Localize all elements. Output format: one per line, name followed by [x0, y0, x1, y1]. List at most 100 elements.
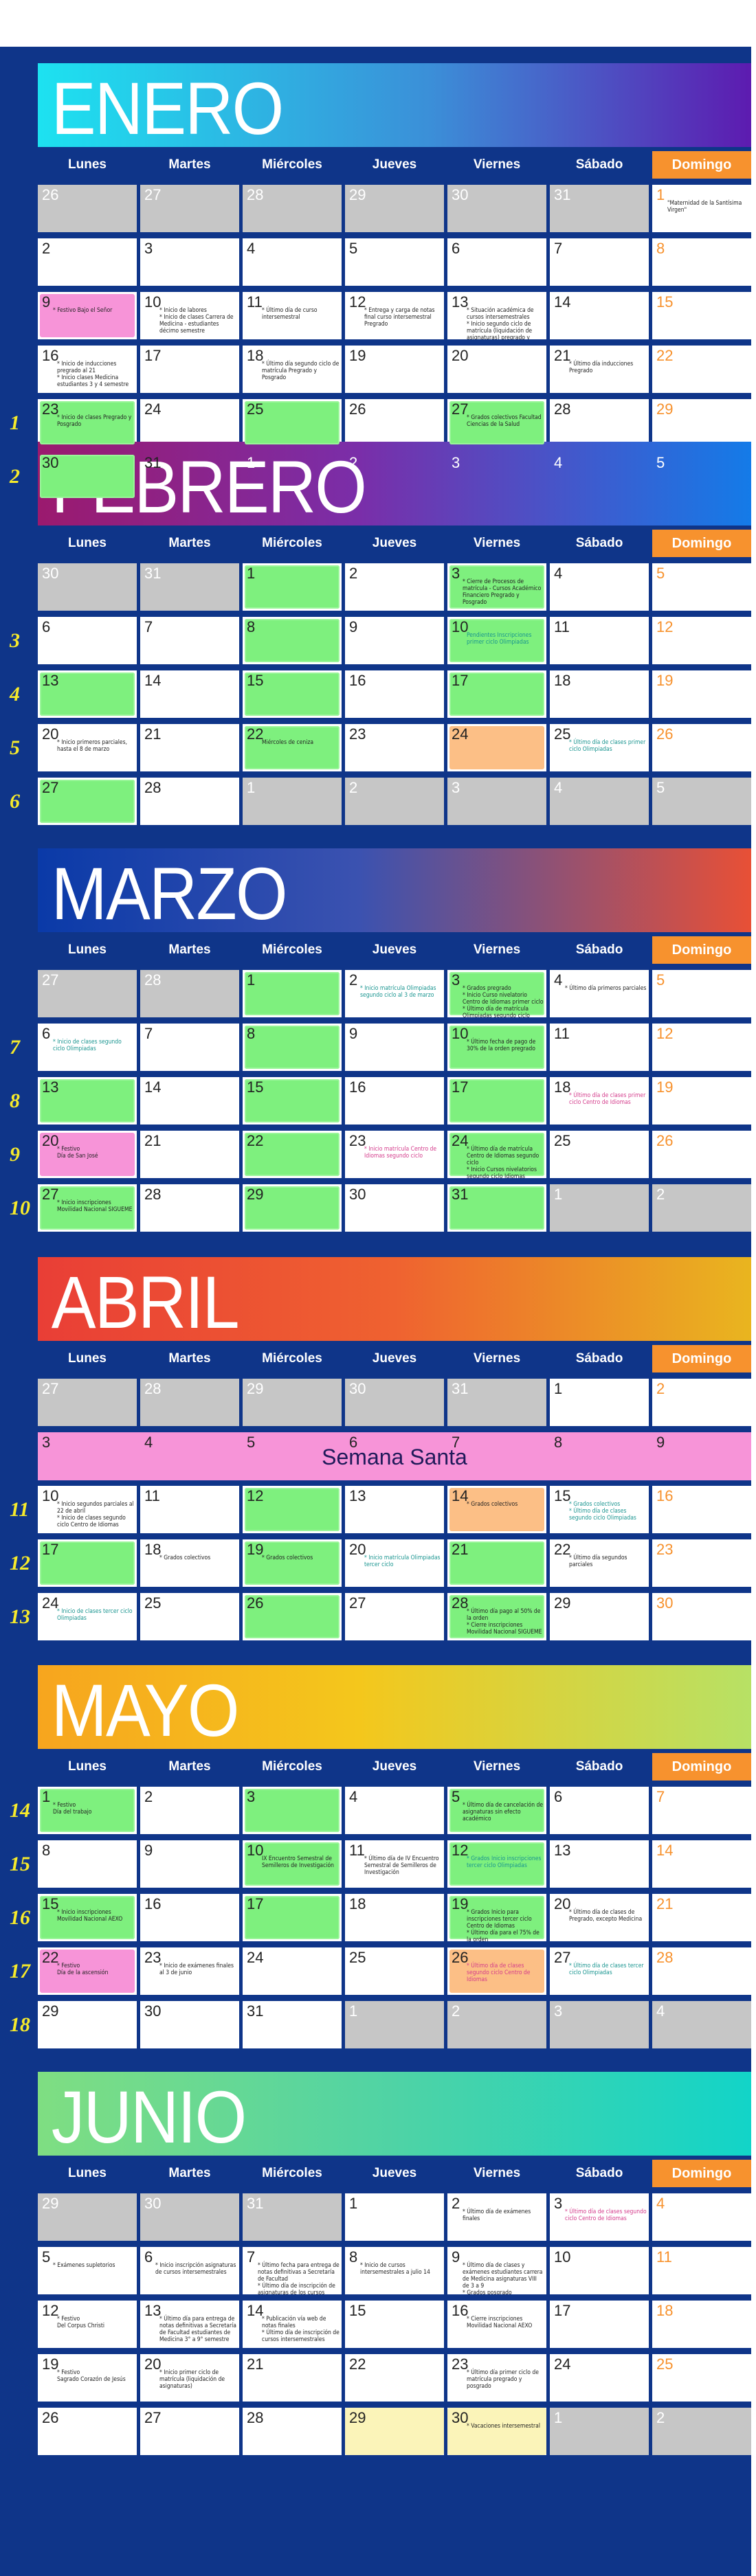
day-cell[interactable]: 4 — [550, 778, 649, 825]
day-cell[interactable]: 11 — [652, 2247, 751, 2294]
day-cell[interactable]: 28 — [140, 778, 239, 825]
day-cell[interactable]: 20 * Inicio primeros parciales, hasta el … — [38, 724, 137, 771]
day-cell[interactable]: 2 — [447, 2001, 546, 2048]
day-cell[interactable]: 5 — [652, 563, 751, 611]
day-cell[interactable]: 22 — [345, 2354, 444, 2402]
day-cell[interactable]: 31 — [550, 185, 649, 232]
day-cell[interactable]: 8 — [243, 617, 342, 664]
day-cell[interactable]: 27 — [345, 1593, 444, 1640]
day-cell[interactable]: 29 — [345, 185, 444, 232]
day-cell[interactable]: 26 — [652, 1131, 751, 1178]
day-cell[interactable]: 24 * Último día de matrícula Centro de Id… — [447, 1131, 546, 1178]
day-cell[interactable]: 14 — [140, 670, 239, 718]
day-cell[interactable]: 1 — [345, 2001, 444, 2048]
day-cell[interactable]: 16 * Inicio de inducciones pregrado al 21… — [38, 346, 137, 393]
day-cell[interactable]: 7 * Último fecha para entrega de notas de… — [243, 2247, 342, 2294]
day-cell[interactable]: 5 — [345, 238, 444, 286]
day-cell[interactable]: 30 — [38, 453, 137, 500]
day-cell[interactable]: 25 — [345, 1947, 444, 1995]
day-cell[interactable]: 20 — [447, 346, 546, 393]
day-cell[interactable]: 27 — [38, 970, 137, 1017]
day-cell[interactable]: 18 — [652, 2301, 751, 2348]
day-cell[interactable]: 18 * Último día de clases primer ciclo Ce… — [550, 1077, 649, 1125]
day-cell[interactable]: 30 — [447, 185, 546, 232]
day-cell[interactable]: 2 * Inicio matrícula Olimpiadas segundo c… — [345, 970, 444, 1017]
day-cell[interactable]: 28 * Último día pago al 50% de la orden *… — [447, 1593, 546, 1640]
day-cell[interactable]: 8 * Inicio de cursos intersemestrales a j… — [345, 2247, 444, 2294]
day-cell[interactable]: 26 — [345, 399, 444, 447]
day-cell[interactable]: 25 — [140, 1593, 239, 1640]
day-cell[interactable]: 30 — [652, 1593, 751, 1640]
day-cell[interactable]: 19 — [345, 346, 444, 393]
day-cell[interactable]: 1 — [243, 970, 342, 1017]
day-cell[interactable]: 15 — [243, 670, 342, 718]
day-cell[interactable]: 14 — [550, 292, 649, 339]
day-cell[interactable]: 22 * Último día segundos parciales — [550, 1539, 649, 1587]
day-cell[interactable]: 2 * Último día de exámenes finales — [447, 2193, 546, 2241]
day-cell[interactable]: 31 — [447, 1184, 546, 1232]
day-cell[interactable]: 25 — [243, 399, 342, 447]
day-cell[interactable]: 21 — [243, 2354, 342, 2402]
day-cell[interactable]: 31 — [447, 1379, 546, 1426]
day-cell[interactable]: 18 * Último día segundo ciclo de matrícul… — [243, 346, 342, 393]
day-cell[interactable]: 30 — [140, 2001, 239, 2048]
day-cell[interactable]: 22 — [652, 346, 751, 393]
day-cell[interactable]: 24 — [447, 724, 546, 771]
day-cell[interactable]: 27 * Inicio inscripciones Movilidad Nacio… — [38, 1184, 137, 1232]
day-cell[interactable]: 13 — [345, 1486, 444, 1533]
day-cell[interactable]: 19 * Grados Inicio para inscripciones ter… — [447, 1894, 546, 1941]
day-cell[interactable]: 27 * Último día de clases tercer ciclo Ol… — [550, 1947, 649, 1995]
day-cell[interactable]: 13 * Último día para entrega de notas def… — [140, 2301, 239, 2348]
day-cell[interactable]: 20 * Festivo Día de San José — [38, 1131, 137, 1178]
day-cell[interactable]: 12 — [243, 1486, 342, 1533]
day-cell[interactable]: 12 — [652, 1024, 751, 1071]
day-cell[interactable]: 26 — [652, 724, 751, 771]
day-cell[interactable]: 9 — [345, 617, 444, 664]
day-cell[interactable]: 12 — [652, 617, 751, 664]
day-cell[interactable]: 29 — [38, 2001, 137, 2048]
day-cell[interactable]: 28 — [140, 1184, 239, 1232]
day-cell[interactable]: 29 — [652, 399, 751, 447]
day-cell[interactable]: 6 — [550, 1787, 649, 1834]
day-cell[interactable]: 16 — [345, 670, 444, 718]
day-cell[interactable]: 17 — [550, 2301, 649, 2348]
day-cell[interactable]: 15 — [652, 292, 751, 339]
day-cell[interactable]: 11 * Último día de curso intersemestral — [243, 292, 342, 339]
day-cell[interactable]: 20 * Último día de clases de Pregrado, ex… — [550, 1894, 649, 1941]
day-cell[interactable]: 17 — [243, 1894, 342, 1941]
day-cell[interactable]: 11 — [550, 617, 649, 664]
day-cell[interactable]: 4 — [652, 2001, 751, 2048]
day-cell[interactable]: 1 — [550, 1379, 649, 1426]
day-cell[interactable]: 27 * Grados colectivos Facultad Ciencias … — [447, 399, 546, 447]
day-cell[interactable]: 5 * Último día de cancelación de asignatu… — [447, 1787, 546, 1834]
day-cell[interactable]: 12 * Festivo Del Corpus Christi — [38, 2301, 137, 2348]
day-cell[interactable]: 4 — [345, 1787, 444, 1834]
day-cell[interactable]: 1 * Festivo Día del trabajo — [38, 1787, 137, 1834]
day-cell[interactable]: 23 * Último día primer ciclo de matrícula… — [447, 2354, 546, 2402]
day-cell[interactable]: 29 — [550, 1593, 649, 1640]
day-cell[interactable]: 1 — [345, 2193, 444, 2241]
day-cell[interactable]: 30 — [140, 2193, 239, 2241]
day-cell[interactable]: 23 — [345, 724, 444, 771]
day-cell[interactable]: 5 — [652, 778, 751, 825]
day-cell[interactable]: 29 — [345, 2408, 444, 2455]
day-cell[interactable]: 29 — [243, 1184, 342, 1232]
day-cell[interactable]: 9 * Festivo Bajo el Señor — [38, 292, 137, 339]
day-cell[interactable]: 1 "Maternidad de la Santísima Virgen" — [652, 185, 751, 232]
day-cell[interactable]: 30 — [345, 1379, 444, 1426]
day-cell[interactable]: 8 — [652, 238, 751, 286]
day-cell[interactable]: 1 — [550, 1184, 649, 1232]
day-cell[interactable]: 17 — [140, 346, 239, 393]
day-cell[interactable]: 31 — [243, 2193, 342, 2241]
day-cell[interactable]: 27 — [38, 778, 137, 825]
day-cell[interactable]: 23 — [652, 1539, 751, 1587]
day-cell[interactable]: 3 — [550, 2001, 649, 2048]
day-cell[interactable]: 22 Miércoles de ceniza — [243, 724, 342, 771]
day-cell[interactable]: 17 — [447, 670, 546, 718]
day-cell[interactable]: 28 — [243, 185, 342, 232]
day-cell[interactable]: 23 * Inicio matrícula Centro de Idiomas s… — [345, 1131, 444, 1178]
day-cell[interactable]: 28 — [140, 970, 239, 1017]
day-cell[interactable]: 28 — [550, 399, 649, 447]
day-cell[interactable]: 15 — [345, 2301, 444, 2348]
day-cell[interactable]: 31 — [243, 2001, 342, 2048]
